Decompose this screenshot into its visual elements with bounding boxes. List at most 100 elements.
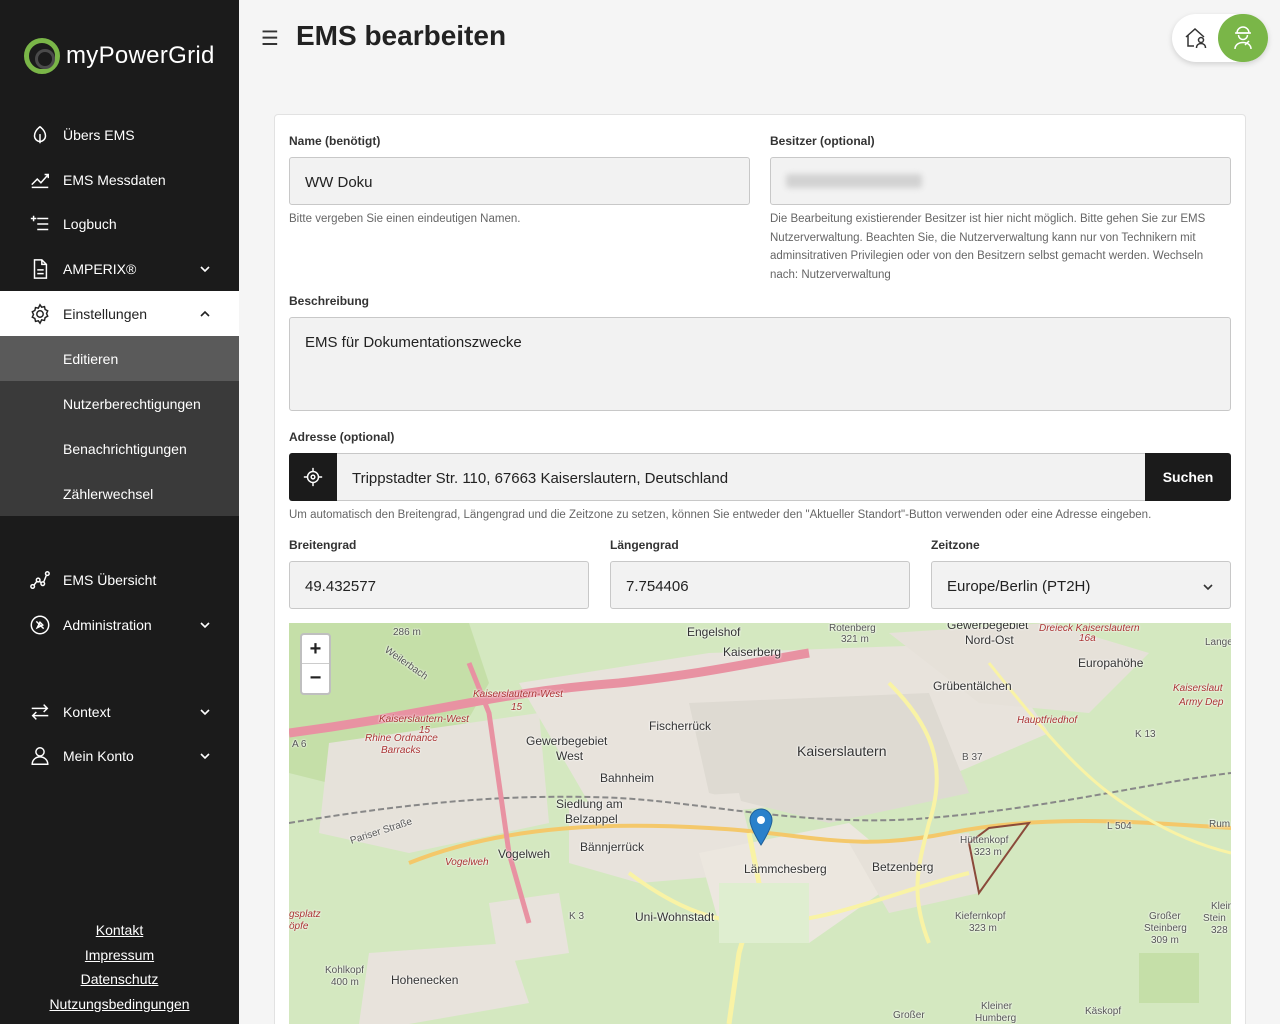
sidebar-item-label: Übers EMS (63, 126, 135, 143)
footer-link-nutzungsbedingungen[interactable]: Nutzungsbedingungen (0, 994, 239, 1019)
map-label: Hauptfriedhof (1017, 715, 1078, 726)
map-label: Käskopf (1085, 1006, 1122, 1017)
sidebar-item-einstellungen[interactable]: Einstellungen (0, 291, 239, 336)
map-label: Vogelweh (498, 847, 551, 861)
footer-link-datenschutz[interactable]: Datenschutz (0, 969, 239, 994)
zoom-control: + − (300, 633, 331, 695)
sidebar-item-mein-konto[interactable]: Mein Konto (0, 733, 239, 778)
chevron-down-icon (199, 749, 211, 761)
map-label: K 3 (569, 911, 585, 922)
map-label: 286 m (393, 627, 421, 638)
sidebar: myPowerGrid Übers EMS EMS Messdaten Logb… (0, 0, 239, 1024)
map-label: Kleiner (981, 1001, 1013, 1012)
sidebar-item-label: Einstellungen (63, 305, 148, 322)
user-icon (29, 745, 51, 767)
crosshair-icon (303, 467, 323, 487)
map-label: Kaiserberg (723, 645, 782, 659)
compass-icon (29, 614, 51, 636)
swap-arrows-icon (29, 701, 51, 723)
map-label: Kohlkopf (325, 965, 364, 976)
technician-icon[interactable] (1218, 14, 1268, 62)
timezone-value: Europe/Berlin (PT2H) (947, 578, 1091, 595)
sidebar-subitem-editieren[interactable]: Editieren (0, 336, 239, 381)
sidebar-item-label: EMS Übersicht (63, 571, 157, 588)
settings-submenu: Editieren Nutzerberechtigungen Benachric… (0, 336, 239, 516)
latitude-input[interactable]: 49.432577 (289, 561, 589, 609)
map-label: West (556, 749, 584, 763)
zoom-out-button[interactable]: − (302, 664, 329, 693)
sidebar-subitem-nutzerberechtigungen[interactable]: Nutzerberechtigungen (0, 381, 239, 426)
chevron-down-icon (199, 618, 211, 630)
location-map[interactable]: + − Engelshof Kaiserberg Rotenberg 321 m… (289, 623, 1231, 1024)
sidebar-item-administration[interactable]: Administration (0, 602, 239, 647)
map-label: Lämmchesberg (744, 862, 827, 876)
map-label: Humberg (975, 1013, 1017, 1024)
chevron-up-icon (199, 307, 211, 319)
address-help: Um automatisch den Breitengrad, Längengr… (289, 509, 1152, 521)
map-label: A 6 (292, 739, 307, 750)
map-label: Lange (1205, 637, 1231, 648)
map-label: Stein (1203, 913, 1226, 924)
map-label: L 504 (1107, 821, 1132, 832)
map-label: Vogelweh (445, 857, 489, 868)
owner-help: Die Bearbeitung existierender Besitzer i… (770, 213, 1206, 281)
menu-toggle-icon[interactable]: ☰ (261, 26, 279, 51)
search-button[interactable]: Suchen (1145, 453, 1231, 501)
map-label: Kiefernkopf (955, 911, 1006, 922)
logo[interactable]: myPowerGrid (24, 36, 215, 76)
map-label: Rotenberg (829, 623, 876, 634)
map-label: K 13 (1135, 729, 1156, 740)
location-marker-icon[interactable] (749, 808, 773, 846)
home-user-icon[interactable] (1182, 24, 1210, 52)
map-label: Betzenberg (872, 860, 934, 874)
map-label: Gewerbegebiet (526, 734, 608, 748)
map-label: Grübentälchen (933, 679, 1012, 693)
name-input[interactable]: WW Doku (289, 157, 750, 205)
current-location-button[interactable] (289, 453, 337, 501)
map-label: Engelshof (687, 625, 741, 639)
map-label: Nord-Ost (965, 633, 1014, 647)
map-label: Großer (1149, 911, 1181, 922)
blurred-owner-value (786, 174, 922, 188)
map-label: Rum (1209, 819, 1231, 830)
timezone-select[interactable]: Europe/Berlin (PT2H) (931, 561, 1231, 609)
map-label: Belzappel (565, 812, 618, 826)
network-graph-icon (29, 569, 51, 591)
owner-label: Besitzer (optional) (770, 134, 875, 148)
sidebar-subitem-zaehlerwechsel[interactable]: Zählerwechsel (0, 471, 239, 516)
timezone-label: Zeitzone (931, 538, 980, 552)
name-help: Bitte vergeben Sie einen eindeutigen Nam… (289, 213, 521, 225)
longitude-label: Längengrad (610, 538, 679, 552)
zoom-in-button[interactable]: + (302, 635, 329, 664)
sidebar-item-label: Logbuch (63, 215, 117, 232)
map-label: 328 (1211, 925, 1228, 936)
map-label: 15 (511, 702, 523, 713)
description-textarea[interactable]: EMS für Dokumentationszwecke (289, 317, 1231, 411)
longitude-input[interactable]: 7.754406 (610, 561, 910, 609)
map-label: Army Dep (1179, 697, 1224, 708)
sidebar-subitem-benachrichtigungen[interactable]: Benachrichtigungen (0, 426, 239, 471)
document-icon (29, 258, 51, 280)
map-label: Kaiserslaut (1173, 683, 1223, 694)
logo-icon (24, 38, 60, 74)
description-label: Beschreibung (289, 294, 370, 308)
map-label: 309 m (1151, 935, 1179, 946)
sidebar-item-amperix[interactable]: AMPERIX® (0, 246, 239, 291)
map-label: Kaiserslautern-West (379, 714, 469, 725)
sidebar-item-ems-uebersicht[interactable]: EMS Übersicht (0, 557, 239, 602)
map-label: Großer (893, 1010, 925, 1021)
sidebar-item-ueber-ems[interactable]: Übers EMS (0, 112, 239, 157)
sidebar-item-kontext[interactable]: Kontext (0, 689, 239, 734)
map-label: 15 (419, 725, 431, 736)
footer-link-impressum[interactable]: Impressum (0, 945, 239, 970)
sidebar-item-logbuch[interactable]: Logbuch (0, 201, 239, 246)
footer-link-kontakt[interactable]: Kontakt (0, 920, 239, 945)
map-label: Siedlung am (556, 797, 623, 811)
map-label: Bahnheim (600, 771, 655, 785)
address-input[interactable]: Trippstadter Str. 110, 67663 Kaiserslaut… (337, 453, 1145, 501)
map-label: Kaiserslautern (797, 743, 887, 759)
map-label: Klein (1211, 901, 1231, 912)
brand-name: myPowerGrid (66, 42, 215, 69)
sidebar-item-ems-messdaten[interactable]: EMS Messdaten (0, 157, 239, 202)
map-label: öpfe (289, 921, 309, 932)
